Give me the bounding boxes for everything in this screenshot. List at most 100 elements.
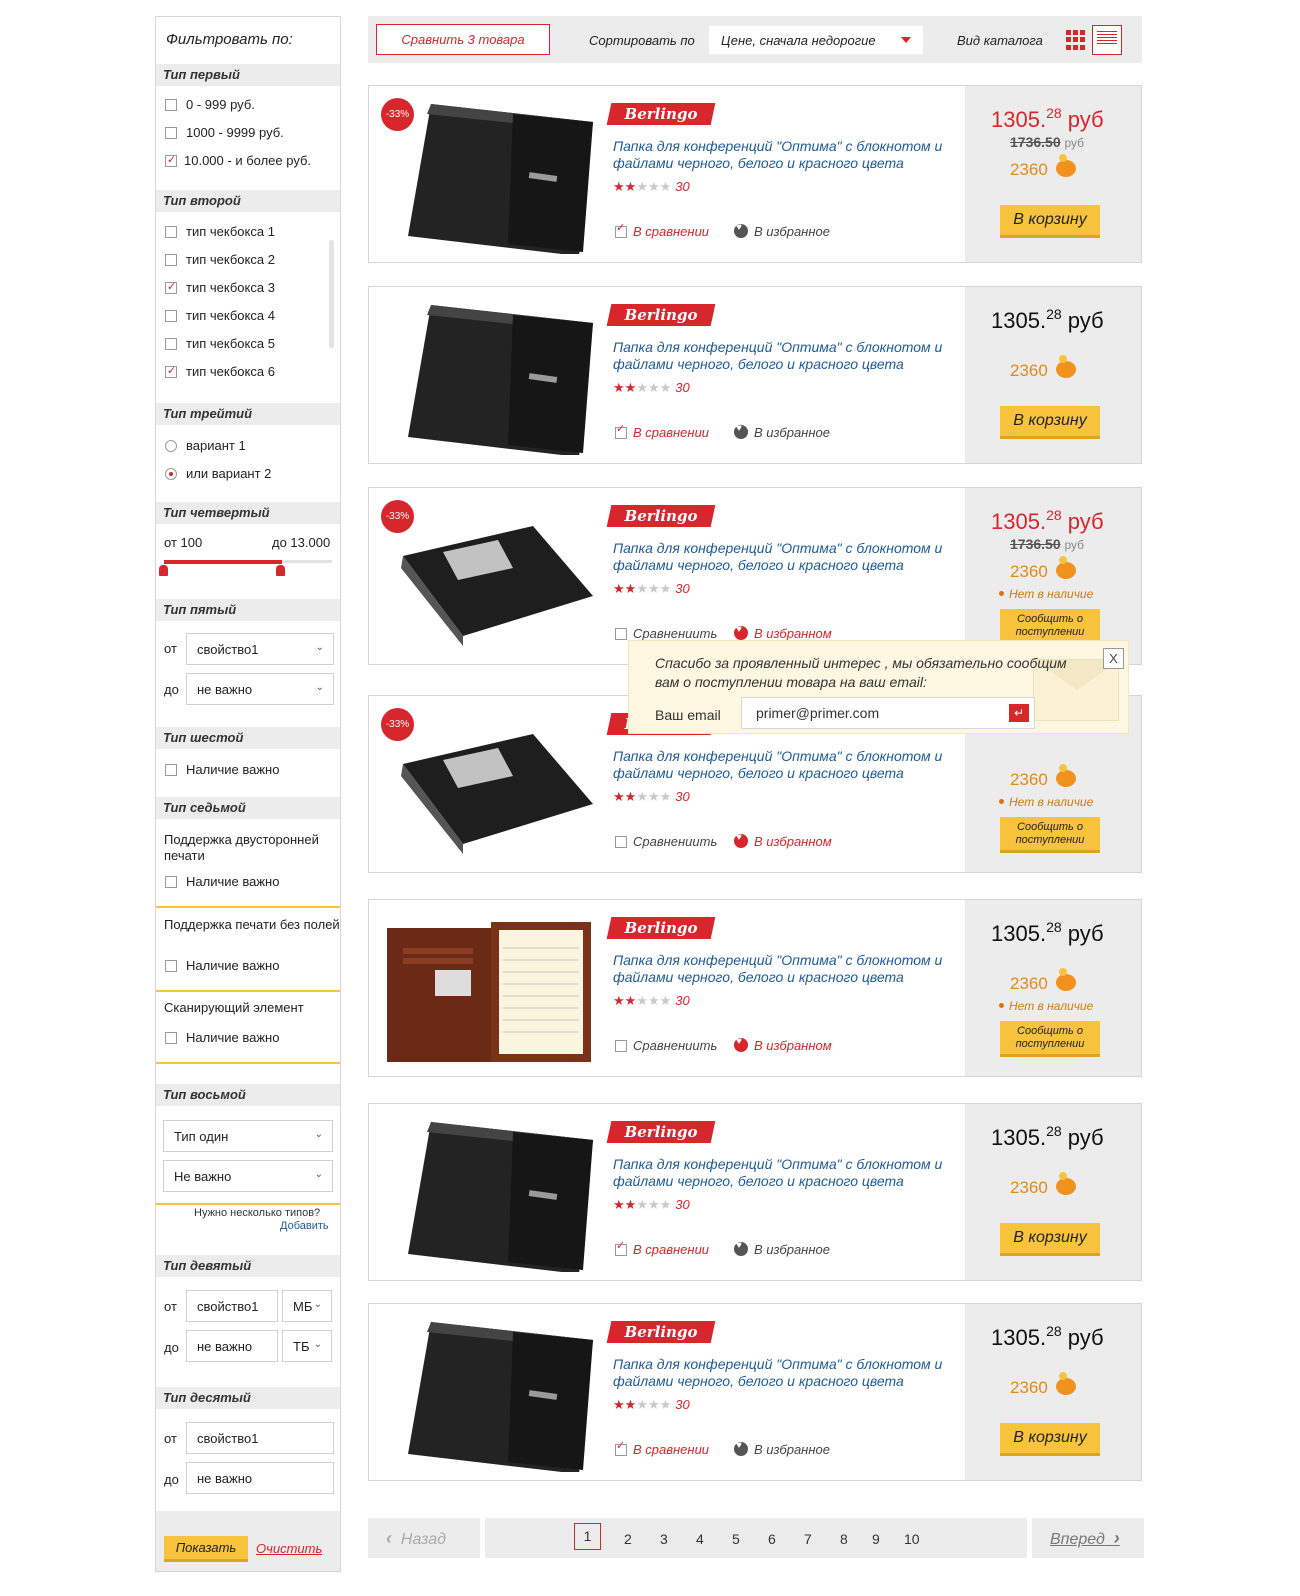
type-checkbox-4[interactable]	[165, 310, 177, 322]
scanner-checkbox[interactable]	[165, 1032, 177, 1044]
page-link-9[interactable]: 9	[872, 1531, 880, 1547]
group5-to-select[interactable]: не важно ⌄	[186, 673, 334, 705]
compare-toggle[interactable]: Сравнениить	[615, 834, 717, 849]
favorite-toggle[interactable]: В избранном	[734, 1036, 832, 1053]
page-link-3[interactable]: 3	[660, 1531, 668, 1547]
compare-checkbox[interactable]	[615, 427, 627, 439]
group10-to-input[interactable]: не важно	[186, 1462, 334, 1494]
favorite-toggle[interactable]: В избранное	[734, 222, 830, 239]
brand-logo[interactable]: Berlingo	[606, 103, 716, 125]
compare-checkbox[interactable]	[615, 1040, 627, 1052]
group5-from-select[interactable]: свойство1 ⌄	[186, 633, 334, 665]
compare-checkbox[interactable]	[615, 836, 627, 848]
group10-from-input[interactable]: свойство1	[186, 1422, 334, 1454]
product-title[interactable]: Папка для конференций "Оптима" с блокнот…	[613, 952, 963, 986]
duplex-checkbox[interactable]	[165, 876, 177, 888]
product-title[interactable]: Папка для конференций "Оптима" с блокнот…	[613, 339, 963, 373]
email-field[interactable]: primer@primer.com ↵	[741, 697, 1035, 729]
checkbox-list-scrollbar[interactable]	[329, 240, 334, 348]
product-image[interactable]	[383, 1312, 593, 1472]
brand-logo[interactable]: Berlingo	[606, 505, 716, 527]
type-checkbox-1[interactable]	[165, 226, 177, 238]
add-type-link[interactable]: Добавить	[280, 1220, 329, 1232]
show-button[interactable]: Показать	[164, 1536, 248, 1562]
page-link-7[interactable]: 7	[804, 1531, 812, 1547]
compare-toggle[interactable]: В сравнении	[615, 224, 709, 239]
add-to-cart-button[interactable]: В корзину	[1000, 1223, 1100, 1256]
brand-logo[interactable]: Berlingo	[606, 304, 716, 326]
review-count[interactable]: 30	[675, 993, 689, 1008]
type-checkbox-5[interactable]	[165, 338, 177, 350]
page-link-6[interactable]: 6	[768, 1531, 776, 1547]
list-view-icon[interactable]	[1092, 25, 1122, 55]
pagination-next[interactable]: Вперед ›	[1032, 1518, 1144, 1558]
product-title[interactable]: Папка для конференций "Оптима" с блокнот…	[613, 748, 963, 782]
compare-toggle[interactable]: В сравнении	[615, 425, 709, 440]
review-count[interactable]: 30	[675, 1197, 689, 1212]
product-image[interactable]	[383, 704, 593, 864]
product-image[interactable]	[383, 496, 593, 656]
favorite-toggle[interactable]: В избранное	[734, 423, 830, 440]
pagination-back[interactable]: ‹ Назад	[368, 1518, 480, 1558]
compare-toggle[interactable]: Сравнениить	[615, 626, 717, 641]
favorite-toggle[interactable]: В избранное	[734, 1440, 830, 1457]
review-count[interactable]: 30	[675, 1397, 689, 1412]
brand-logo[interactable]: Berlingo	[606, 1121, 716, 1143]
group8-select-1[interactable]: Тип один ⌄	[163, 1120, 333, 1152]
page-link-4[interactable]: 4	[696, 1531, 704, 1547]
compare-toggle[interactable]: В сравнении	[615, 1442, 709, 1457]
type-checkbox-6[interactable]	[165, 364, 177, 378]
sort-select[interactable]: Цене, сначала недорогие	[709, 26, 923, 54]
compare-toggle[interactable]: В сравнении	[615, 1242, 709, 1257]
review-count[interactable]: 30	[675, 179, 689, 194]
compare-checkbox[interactable]	[615, 1444, 627, 1456]
compare-button[interactable]: Сравнить 3 товара	[376, 24, 550, 55]
price-checkbox-3[interactable]	[165, 153, 177, 167]
range-handle-min[interactable]	[159, 565, 168, 576]
product-image[interactable]	[383, 94, 593, 254]
favorite-toggle[interactable]: В избранном	[734, 624, 832, 641]
price-checkbox-2[interactable]	[165, 127, 177, 139]
grid-view-icon[interactable]	[1066, 30, 1086, 50]
product-title[interactable]: Папка для конференций "Оптима" с блокнот…	[613, 138, 963, 172]
brand-logo[interactable]: Berlingo	[606, 1321, 716, 1343]
compare-checkbox[interactable]	[615, 628, 627, 640]
notify-button[interactable]: Сообщить о поступлении	[1000, 1021, 1100, 1057]
product-image[interactable]	[383, 1112, 593, 1272]
add-to-cart-button[interactable]: В корзину	[1000, 406, 1100, 439]
page-link-10[interactable]: 10	[904, 1531, 920, 1547]
review-count[interactable]: 30	[675, 789, 689, 804]
submit-enter-icon[interactable]: ↵	[1009, 704, 1029, 722]
product-title[interactable]: Папка для конференций "Оптима" с блокнот…	[613, 540, 963, 574]
group9-to-input[interactable]: не важно	[186, 1330, 278, 1362]
page-link-8[interactable]: 8	[840, 1531, 848, 1547]
range-handle-max[interactable]	[276, 565, 285, 576]
group6-checkbox[interactable]	[165, 764, 177, 776]
variant-radio-2[interactable]	[165, 468, 177, 480]
compare-toggle[interactable]: Сравнениить	[615, 1038, 717, 1053]
clear-link[interactable]: Очистить	[256, 1541, 322, 1556]
add-to-cart-button[interactable]: В корзину	[1000, 205, 1100, 238]
favorite-toggle[interactable]: В избранное	[734, 1240, 830, 1257]
compare-checkbox[interactable]	[615, 1244, 627, 1256]
product-image[interactable]	[383, 295, 593, 455]
type-checkbox-2[interactable]	[165, 254, 177, 266]
group9-unit-select-1[interactable]: МБ ⌄	[282, 1290, 332, 1322]
type-checkbox-3[interactable]	[165, 280, 177, 294]
variant-radio-1[interactable]	[165, 440, 177, 452]
close-button[interactable]: X	[1103, 648, 1124, 669]
group8-select-2[interactable]: Не важно ⌄	[163, 1160, 333, 1192]
compare-checkbox[interactable]	[615, 226, 627, 238]
page-link-5[interactable]: 5	[732, 1531, 740, 1547]
favorite-toggle[interactable]: В избранном	[734, 832, 832, 849]
page-link-2[interactable]: 2	[624, 1531, 632, 1547]
price-checkbox-1[interactable]	[165, 99, 177, 111]
notify-button[interactable]: Сообщить о поступлении	[1000, 817, 1100, 853]
add-to-cart-button[interactable]: В корзину	[1000, 1423, 1100, 1456]
product-title[interactable]: Папка для конференций "Оптима" с блокнот…	[613, 1156, 963, 1190]
borderless-checkbox[interactable]	[165, 960, 177, 972]
review-count[interactable]: 30	[675, 380, 689, 395]
page-link-1[interactable]: 1	[574, 1523, 601, 1550]
product-image[interactable]	[383, 908, 593, 1068]
group9-from-input[interactable]: свойство1	[186, 1290, 278, 1322]
